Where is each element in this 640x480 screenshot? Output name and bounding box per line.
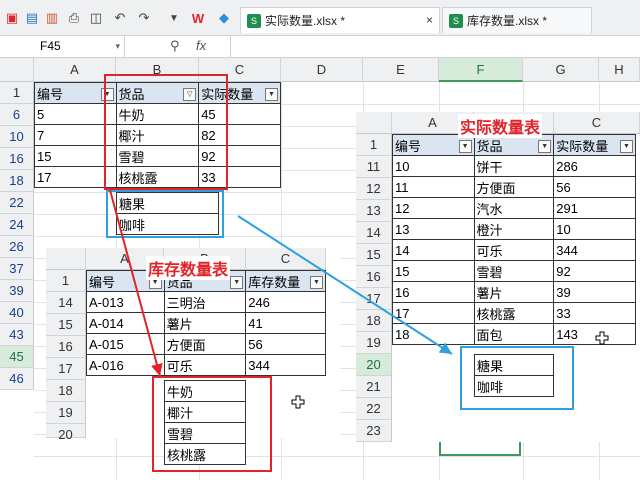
- blue-arrow: [237, 215, 453, 355]
- red-arrow: [109, 189, 163, 377]
- arrow-overlay: [109, 189, 609, 409]
- cursor-crosshair-icon: [291, 331, 609, 409]
